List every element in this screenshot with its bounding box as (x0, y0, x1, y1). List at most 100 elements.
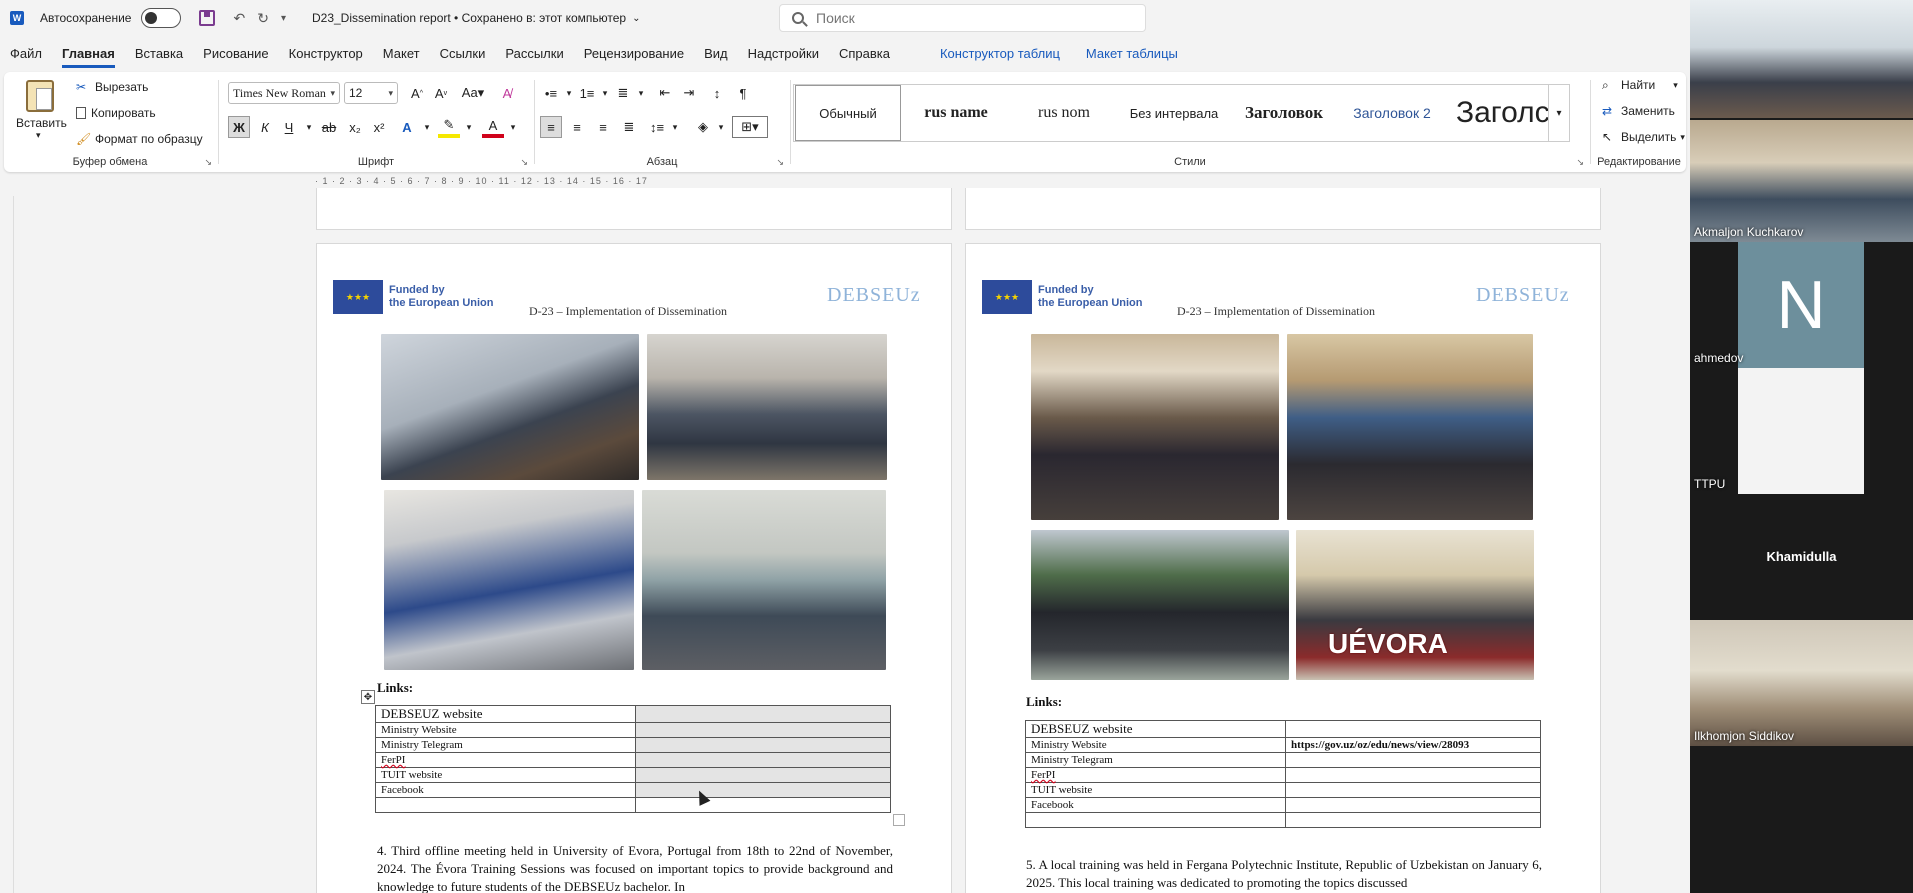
link-name-cell[interactable]: DEBSEUZ website (375, 705, 636, 723)
link-name-cell[interactable]: FerPI (375, 752, 636, 768)
text-effects-icon[interactable]: A (396, 116, 418, 138)
chevron-down-icon[interactable]: ▾ (710, 116, 732, 138)
link-url-cell[interactable] (1285, 797, 1541, 813)
style-title[interactable]: Заголс (1446, 85, 1556, 141)
tab-file[interactable]: Файл (10, 46, 42, 68)
align-left-icon[interactable]: ≡ (540, 116, 562, 138)
subscript-icon[interactable]: x₂ (344, 116, 366, 138)
link-url-cell[interactable] (635, 722, 891, 738)
link-name-cell[interactable]: Facebook (1025, 797, 1286, 813)
document-page-right[interactable]: ★★★ Funded by the European Union D-23 – … (965, 243, 1601, 893)
chevron-down-icon[interactable]: ⌄ (632, 13, 640, 24)
underline-button[interactable]: Ч (278, 116, 300, 138)
link-name-cell[interactable]: Ministry Telegram (1025, 752, 1286, 768)
tab-addins[interactable]: Надстройки (748, 46, 819, 68)
link-name-cell[interactable] (375, 797, 636, 813)
styles-launcher-icon[interactable]: ↘ (1576, 157, 1584, 168)
link-name-cell[interactable]: DEBSEUZ website (1025, 720, 1286, 738)
font-launcher-icon[interactable]: ↘ (520, 157, 528, 168)
tab-table-layout[interactable]: Макет таблицы (1086, 46, 1178, 68)
change-case-icon[interactable]: Aa▾ (458, 82, 488, 104)
tab-table-design[interactable]: Конструктор таблиц (940, 46, 1060, 68)
bold-button[interactable]: Ж (228, 116, 250, 138)
participant-tile[interactable]: Akmaljon Kuchkarov (1690, 120, 1913, 242)
document-title[interactable]: D23_Dissemination report • Сохранено в: … (312, 11, 626, 25)
participant-tile[interactable] (1690, 0, 1913, 118)
tab-draw[interactable]: Рисование (203, 46, 268, 68)
tab-help[interactable]: Справка (839, 46, 890, 68)
link-name-cell[interactable]: Ministry Telegram (375, 737, 636, 753)
chevron-down-icon[interactable]: ▾ (664, 116, 686, 138)
justify-icon[interactable]: ≣ (618, 116, 640, 138)
chevron-down-icon[interactable]: ▾ (458, 116, 480, 138)
search-input[interactable] (816, 10, 1116, 26)
redo-icon[interactable]: ↻ (257, 10, 269, 27)
strikethrough-button[interactable]: ab (318, 116, 340, 138)
style-heading-2[interactable]: Заголовок 2 (1338, 85, 1446, 141)
grow-font-icon[interactable]: A ^ (406, 82, 428, 104)
participant-tile[interactable]: N ahmedov (1690, 242, 1913, 368)
show-marks-icon[interactable]: ¶ (732, 82, 754, 104)
table-move-handle-icon[interactable]: ✥ (361, 690, 375, 704)
body-paragraph[interactable]: 5. A local training was held in Fergana … (1026, 856, 1542, 892)
body-paragraph[interactable]: 4. Third offline meeting held in Univers… (377, 842, 893, 893)
style-heading-1[interactable]: Заголовок (1230, 85, 1338, 141)
tab-home[interactable]: Главная (61, 46, 115, 68)
underline-chevron-icon[interactable]: ▾ (298, 116, 320, 138)
tab-insert[interactable]: Вставка (135, 46, 183, 68)
link-name-cell[interactable]: TUIT website (375, 767, 636, 783)
clipboard-launcher-icon[interactable]: ↘ (204, 157, 212, 168)
link-name-cell[interactable]: Facebook (375, 782, 636, 798)
italic-button[interactable]: К (254, 116, 276, 138)
vertical-ruler[interactable] (0, 196, 14, 893)
tab-view[interactable]: Вид (704, 46, 728, 68)
document-page-left[interactable]: ★★★ Funded by the European Union D-23 – … (316, 243, 952, 893)
paste-options-chevron-icon[interactable]: ▾ (36, 130, 41, 141)
save-icon[interactable] (199, 10, 216, 26)
chevron-down-icon[interactable]: ▾ (416, 116, 438, 138)
chevron-down-icon[interactable]: ▾ (630, 82, 652, 104)
tab-design[interactable]: Конструктор (289, 46, 363, 68)
link-url-cell[interactable] (635, 797, 891, 813)
tab-references[interactable]: Ссылки (440, 46, 486, 68)
link-url-cell[interactable] (635, 737, 891, 753)
font-color-icon[interactable]: A (482, 116, 504, 138)
borders-icon[interactable]: ⊞▾ (732, 116, 768, 138)
link-name-cell[interactable]: TUIT website (1025, 782, 1286, 798)
participant-tile[interactable]: Khamidulla (1690, 494, 1913, 620)
cut-button[interactable]: ✂ Вырезать (76, 80, 148, 94)
link-url-cell[interactable] (635, 705, 891, 723)
style-normal[interactable]: Обычный (795, 85, 901, 141)
sort-icon[interactable]: ↕ (706, 82, 728, 104)
link-name-cell[interactable]: FerPI (1025, 767, 1286, 783)
paragraph-launcher-icon[interactable]: ↘ (776, 157, 784, 168)
link-url-cell[interactable] (635, 752, 891, 768)
link-url-cell[interactable] (635, 782, 891, 798)
paste-button[interactable]: Вставить (16, 116, 67, 130)
link-url-cell[interactable] (1285, 767, 1541, 783)
replace-button[interactable]: ⇄ Заменить (1602, 104, 1675, 118)
align-right-icon[interactable]: ≡ (592, 116, 614, 138)
select-button[interactable]: ↖ Выделить ▾ (1602, 130, 1685, 144)
link-url-cell[interactable] (1285, 812, 1541, 828)
link-url-cell[interactable]: https://gov.uz/oz/edu/news/view/28093 (1285, 737, 1541, 753)
font-name-combo[interactable]: Times New Roman ▾ (228, 82, 340, 104)
participant-tile[interactable]: TTPU (1690, 368, 1913, 494)
link-url-cell[interactable] (1285, 782, 1541, 798)
autosave-toggle[interactable] (141, 8, 182, 28)
link-url-cell[interactable] (1285, 752, 1541, 768)
participant-tile[interactable]: Ilkhomjon Siddikov (1690, 620, 1913, 746)
style-rus-nom[interactable]: rus nom (1010, 85, 1118, 141)
search-box[interactable] (779, 4, 1146, 32)
link-name-cell[interactable] (1025, 812, 1286, 828)
format-painter-button[interactable]: 🖌 Формат по образцу (76, 132, 203, 146)
style-rus-name[interactable]: rus name (902, 85, 1010, 141)
increase-indent-icon[interactable]: ⇥ (678, 82, 700, 104)
table-resize-handle-icon[interactable] (893, 814, 905, 826)
decrease-indent-icon[interactable]: ⇤ (654, 82, 676, 104)
link-url-cell[interactable] (635, 767, 891, 783)
shrink-font-icon[interactable]: Av (430, 82, 452, 104)
copy-button[interactable]: Копировать (76, 106, 156, 120)
superscript-icon[interactable]: x² (368, 116, 390, 138)
style-no-spacing[interactable]: Без интервала (1118, 85, 1230, 141)
